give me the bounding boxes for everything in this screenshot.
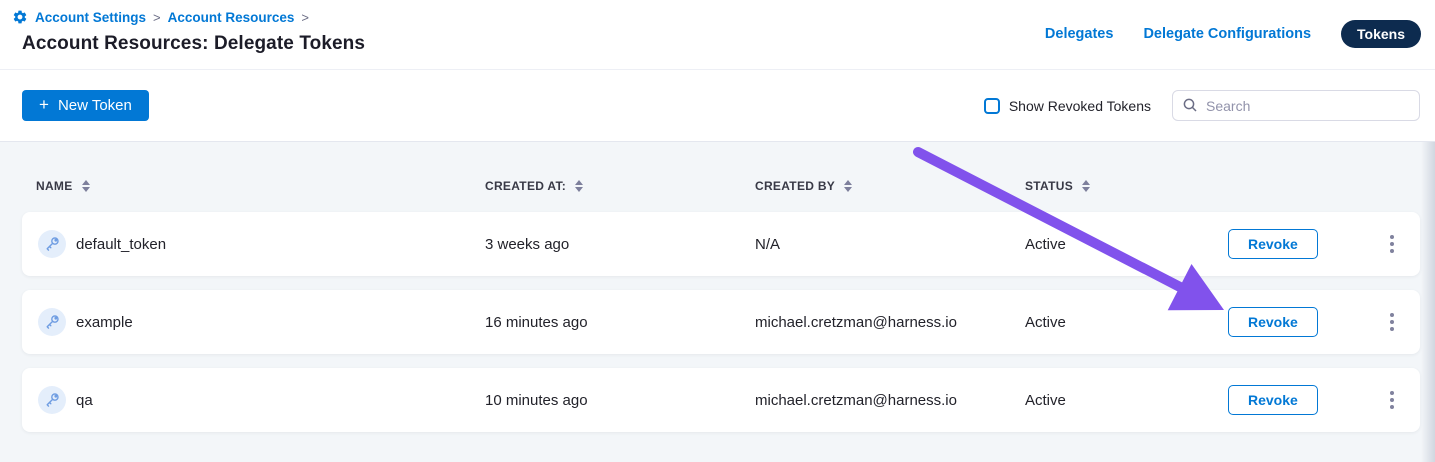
revoke-button[interactable]: Revoke — [1228, 307, 1318, 337]
page-header: Account Settings > Account Resources > A… — [0, 0, 1435, 70]
show-revoked-checkbox[interactable] — [984, 98, 1000, 114]
token-name: example — [76, 314, 133, 331]
column-header-created-by[interactable]: CREATED BY — [755, 179, 1025, 193]
kebab-menu-icon[interactable] — [1384, 229, 1400, 259]
header-nav: Delegates Delegate Configurations Tokens — [1045, 20, 1421, 48]
breadcrumb-account-settings[interactable]: Account Settings — [35, 10, 146, 25]
gear-icon — [12, 9, 28, 25]
tab-tokens[interactable]: Tokens — [1341, 20, 1421, 48]
revoke-button[interactable]: Revoke — [1228, 229, 1318, 259]
token-created-at: 16 minutes ago — [485, 314, 755, 331]
search-box — [1172, 90, 1420, 121]
tab-delegates[interactable]: Delegates — [1045, 26, 1114, 42]
token-created-at: 10 minutes ago — [485, 392, 755, 409]
token-created-by: michael.cretzman@harness.io — [755, 314, 1025, 331]
toolbar-right: Show Revoked Tokens — [984, 90, 1420, 121]
token-name: default_token — [76, 236, 166, 253]
column-header-name[interactable]: NAME — [22, 179, 485, 193]
sort-icon — [844, 180, 852, 192]
new-token-label: New Token — [58, 97, 132, 114]
column-label-status: STATUS — [1025, 179, 1073, 193]
sort-icon — [575, 180, 583, 192]
table-header-row: NAME CREATED AT: CREATED BY STATUS — [22, 176, 1420, 196]
token-name: qa — [76, 392, 93, 409]
column-label-created-by: CREATED BY — [755, 179, 835, 193]
column-label-name: NAME — [36, 179, 73, 193]
breadcrumb-account-resources[interactable]: Account Resources — [168, 10, 295, 25]
toolbar: + New Token Show Revoked Tokens — [0, 70, 1435, 142]
column-header-status[interactable]: STATUS — [1025, 179, 1228, 193]
plus-icon: + — [39, 96, 49, 113]
kebab-menu-icon[interactable] — [1384, 385, 1400, 415]
token-key-icon — [38, 386, 66, 414]
new-token-button[interactable]: + New Token — [22, 90, 149, 121]
sort-icon — [1082, 180, 1090, 192]
tab-delegate-configurations[interactable]: Delegate Configurations — [1143, 26, 1311, 42]
token-status: Active — [1025, 392, 1228, 409]
sort-icon — [82, 180, 90, 192]
column-label-created-at: CREATED AT: — [485, 179, 566, 193]
token-created-at: 3 weeks ago — [485, 236, 755, 253]
token-created-by: N/A — [755, 236, 1025, 253]
column-header-created-at[interactable]: CREATED AT: — [485, 179, 755, 193]
breadcrumb-separator: > — [301, 10, 309, 25]
table-row-qa[interactable]: qa 10 minutes ago michael.cretzman@harne… — [22, 368, 1420, 432]
kebab-menu-icon[interactable] — [1384, 307, 1400, 337]
revoke-button[interactable]: Revoke — [1228, 385, 1318, 415]
table-row-default-token[interactable]: default_token 3 weeks ago N/A Active Rev… — [22, 212, 1420, 276]
show-revoked-toggle[interactable]: Show Revoked Tokens — [984, 98, 1151, 114]
token-created-by: michael.cretzman@harness.io — [755, 392, 1025, 409]
table-row-example[interactable]: example 16 minutes ago michael.cretzman@… — [22, 290, 1420, 354]
breadcrumb-separator: > — [153, 10, 161, 25]
token-key-icon — [38, 308, 66, 336]
breadcrumb: Account Settings > Account Resources > — [12, 9, 309, 25]
search-input[interactable] — [1172, 90, 1420, 121]
token-key-icon — [38, 230, 66, 258]
token-status: Active — [1025, 314, 1228, 331]
tokens-table: NAME CREATED AT: CREATED BY STATUS defau… — [0, 142, 1435, 462]
token-status: Active — [1025, 236, 1228, 253]
page-title: Account Resources: Delegate Tokens — [22, 33, 365, 55]
show-revoked-label: Show Revoked Tokens — [1009, 98, 1151, 114]
